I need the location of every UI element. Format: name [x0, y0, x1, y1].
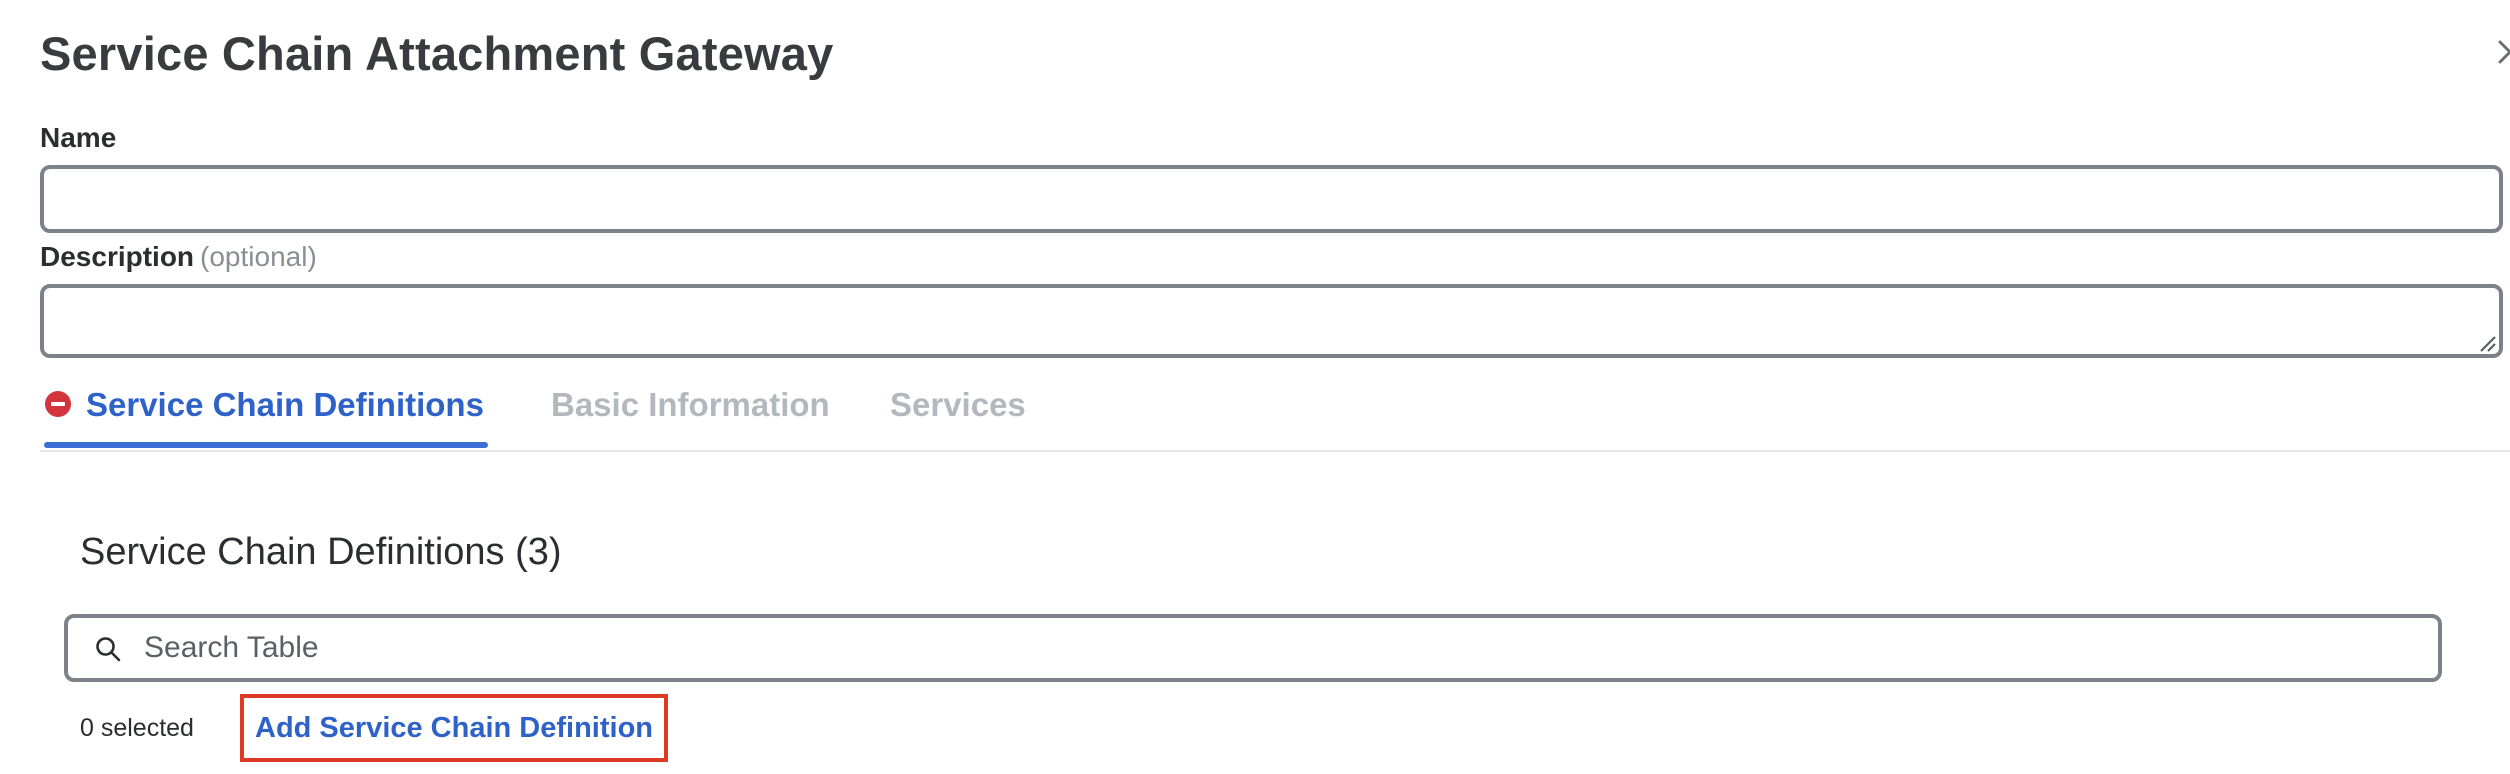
description-label: Description (optional)	[40, 241, 317, 273]
close-icon[interactable]	[2496, 38, 2510, 66]
search-icon	[96, 637, 121, 662]
tab-services[interactable]: Services	[890, 386, 1026, 424]
tab-label: Services	[890, 386, 1026, 423]
selected-count: 0 selected	[80, 714, 194, 742]
error-icon	[45, 391, 71, 418]
tab-basic-information[interactable]: Basic Information	[551, 386, 830, 424]
table-search[interactable]	[64, 614, 2442, 682]
tab-label: Service Chain Definitions	[86, 386, 484, 423]
tab-label: Basic Information	[551, 386, 830, 423]
dialog-title: Service Chain Attachment Gateway	[40, 27, 834, 80]
tab-bar: Service Chain Definitions Basic Informat…	[40, 382, 2510, 452]
description-label-text: Description	[40, 241, 195, 272]
add-service-chain-definition-button[interactable]: Add Service Chain Definition	[240, 694, 668, 762]
search-input[interactable]	[144, 624, 2424, 672]
active-tab-indicator	[44, 442, 488, 448]
name-label-text: Name	[40, 122, 117, 153]
tab-service-chain-definitions[interactable]: Service Chain Definitions	[44, 386, 484, 424]
description-field[interactable]	[40, 284, 2503, 358]
optional-hint: (optional)	[200, 241, 317, 272]
resize-grip-icon[interactable]	[2478, 334, 2496, 352]
name-label: Name	[40, 122, 116, 154]
service-chain-attachment-dialog: Service Chain Attachment Gateway Name De…	[0, 0, 2510, 774]
section-heading: Service Chain Definitions (3)	[80, 531, 562, 573]
name-field[interactable]	[40, 165, 2503, 233]
